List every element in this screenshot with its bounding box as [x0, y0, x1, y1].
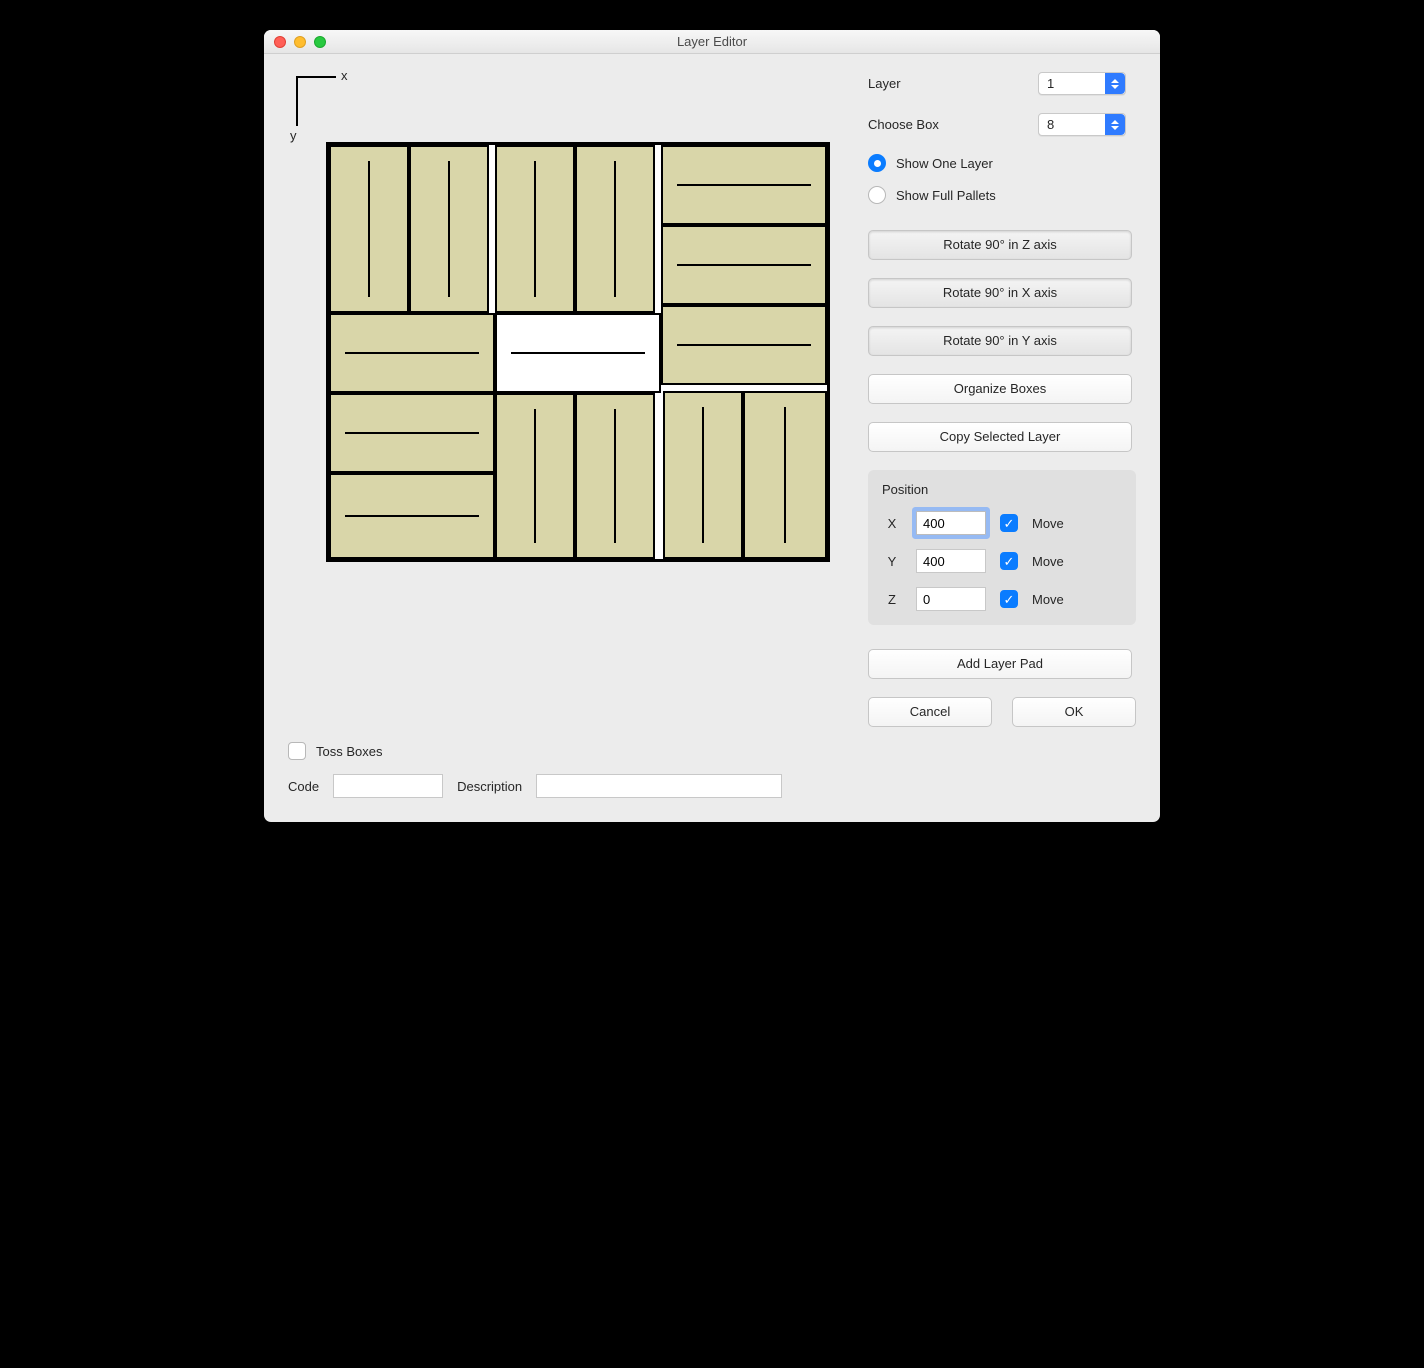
move-z-label: Move	[1032, 592, 1064, 607]
stepper-icon[interactable]	[1105, 114, 1125, 135]
box[interactable]	[495, 393, 575, 559]
pos-z-label: Z	[882, 592, 902, 607]
box[interactable]	[329, 393, 495, 473]
pos-y-input[interactable]	[916, 549, 986, 573]
window-title: Layer Editor	[264, 34, 1160, 49]
box[interactable]	[409, 145, 489, 313]
move-x-checkbox[interactable]	[1000, 514, 1018, 532]
description-label: Description	[457, 779, 522, 794]
pos-x-input[interactable]	[916, 511, 986, 535]
box[interactable]	[661, 225, 827, 305]
titlebar: Layer Editor	[264, 30, 1160, 54]
box[interactable]	[575, 145, 655, 313]
layer-select[interactable]: 1	[1038, 72, 1126, 95]
box-selected[interactable]	[495, 313, 661, 393]
axes-icon: x y	[286, 72, 346, 142]
pallet-canvas[interactable]	[326, 142, 830, 562]
layer-label: Layer	[868, 76, 1038, 91]
move-x-label: Move	[1032, 516, 1064, 531]
code-input[interactable]	[333, 774, 443, 798]
move-z-checkbox[interactable]	[1000, 590, 1018, 608]
move-y-label: Move	[1032, 554, 1064, 569]
box[interactable]	[495, 145, 575, 313]
layer-editor-window: Layer Editor x y	[264, 30, 1160, 822]
layer-select-value: 1	[1047, 76, 1054, 91]
pos-z-input[interactable]	[916, 587, 986, 611]
show-full-pallets-radio[interactable]	[868, 186, 886, 204]
axis-y-label: y	[290, 128, 297, 143]
rotate-y-button[interactable]: Rotate 90° in Y axis	[868, 326, 1132, 356]
rotate-x-button[interactable]: Rotate 90° in X axis	[868, 278, 1132, 308]
axis-x-label: x	[341, 68, 348, 83]
choose-box-value: 8	[1047, 117, 1054, 132]
pos-x-label: X	[882, 516, 902, 531]
box[interactable]	[329, 145, 409, 313]
box[interactable]	[661, 145, 827, 225]
cancel-button[interactable]: Cancel	[868, 697, 992, 727]
organize-boxes-button[interactable]: Organize Boxes	[868, 374, 1132, 404]
toss-boxes-label: Toss Boxes	[316, 744, 382, 759]
box[interactable]	[329, 313, 495, 393]
pos-y-label: Y	[882, 554, 902, 569]
box[interactable]	[663, 391, 743, 559]
box[interactable]	[329, 473, 495, 559]
choose-box-label: Choose Box	[868, 117, 1038, 132]
toss-boxes-checkbox[interactable]	[288, 742, 306, 760]
rotate-z-button[interactable]: Rotate 90° in Z axis	[868, 230, 1132, 260]
add-layer-pad-button[interactable]: Add Layer Pad	[868, 649, 1132, 679]
position-title: Position	[882, 482, 1122, 497]
box[interactable]	[661, 305, 827, 385]
description-input[interactable]	[536, 774, 782, 798]
show-full-pallets-label: Show Full Pallets	[896, 188, 996, 203]
box[interactable]	[575, 393, 655, 559]
show-one-layer-radio[interactable]	[868, 154, 886, 172]
code-label: Code	[288, 779, 319, 794]
position-panel: Position X Move Y Move Z Move	[868, 470, 1136, 625]
copy-selected-layer-button[interactable]: Copy Selected Layer	[868, 422, 1132, 452]
move-y-checkbox[interactable]	[1000, 552, 1018, 570]
stepper-icon[interactable]	[1105, 73, 1125, 94]
ok-button[interactable]: OK	[1012, 697, 1136, 727]
box[interactable]	[743, 391, 827, 559]
show-one-layer-label: Show One Layer	[896, 156, 993, 171]
choose-box-select[interactable]: 8	[1038, 113, 1126, 136]
